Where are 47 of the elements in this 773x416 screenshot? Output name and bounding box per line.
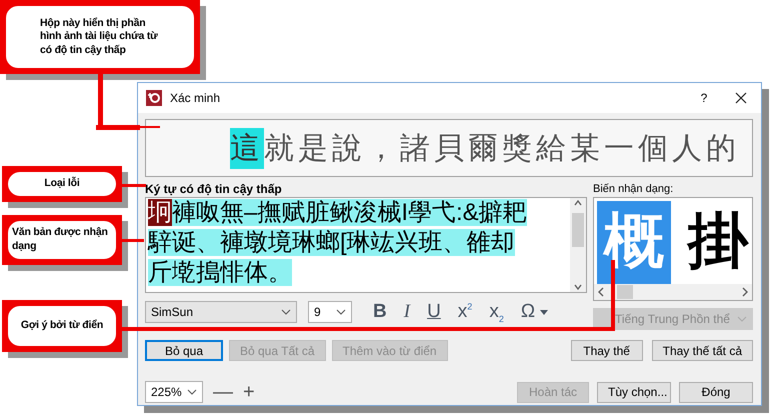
help-button[interactable]: ? [689, 91, 719, 105]
error-type-label: Ký tự có độ tin cậy thấp [145, 181, 283, 197]
callout-label: Gợi ý bởi từ điển [6, 304, 118, 348]
callout-label: Loại lỗi [6, 170, 118, 198]
action-button[interactable]: Bỏ qua [145, 340, 223, 361]
close-icon[interactable] [735, 92, 747, 104]
scroll-right-icon[interactable] [741, 287, 749, 297]
symbol-button[interactable]: Ω [520, 301, 536, 323]
underline-button[interactable]: U [427, 301, 441, 323]
recognized-text: 騂诞、褲墩境琳螂[琳竑兴班、雒却 [148, 229, 515, 256]
scroll-up-icon[interactable] [573, 198, 583, 208]
variant-character[interactable]: 掛 [681, 201, 752, 284]
sup-button[interactable]: x$^{2}$ [458, 301, 472, 323]
window-title: Xác minh [170, 91, 222, 105]
recognized-text-editor[interactable]: 坰褲呶無–撫赋脏鳅浚械I學弋:&擗耙 騂诞、褲墩境琳螂[琳竑兴班、雒却 斤墘搗悱体。 [145, 197, 587, 293]
action-button[interactable]: Thay thế [570, 340, 643, 361]
chevron-down-icon [737, 316, 747, 322]
sub-button[interactable]: x$_{2}$ [489, 301, 504, 323]
italic-button[interactable]: I [404, 301, 410, 323]
vertical-scrollbar[interactable] [570, 198, 586, 292]
zoom-in-button[interactable]: + [243, 382, 255, 402]
app-logo-icon [146, 90, 162, 106]
font-dropdown[interactable]: SimSun [145, 301, 297, 323]
chevron-down-icon [336, 309, 346, 315]
horizontal-scrollbar[interactable] [594, 284, 752, 300]
zoom-out-button[interactable]: — [213, 382, 233, 402]
font-size-dropdown[interactable]: 9 [308, 301, 352, 323]
chevron-down-icon [281, 309, 291, 315]
action-button[interactable]: Thay thế tất cả [652, 340, 753, 361]
variants-label: Biến nhận dạng: [593, 182, 674, 197]
recognized-text: 褲呶無–撫赋脏鳅浚械I學弋:&擗耙 [172, 199, 527, 226]
document-image-text: 就是說，諸貝爾獎給某一個人的 [264, 130, 740, 166]
chevron-down-icon [187, 389, 197, 395]
scroll-down-icon[interactable] [573, 282, 583, 292]
scroll-left-icon[interactable] [597, 287, 605, 297]
callout-label: Văn bản được nhận dạng [6, 219, 118, 261]
zoom-dropdown[interactable]: 225% [145, 381, 203, 403]
error-character: 坰 [148, 199, 172, 226]
highlighted-character: 這 [230, 128, 264, 168]
scroll-thumb[interactable] [572, 213, 584, 247]
recognized-text: 斤墘搗悱体。 [148, 259, 292, 286]
callout-label: Hộp này hiển thị phần hình ảnh tài liệu chứa từ có độ tin cậy thấp [4, 4, 196, 70]
action-button[interactable]: Tùy chọn... [597, 382, 671, 402]
scroll-thumb[interactable] [617, 285, 633, 299]
action-button[interactable]: Đóng [679, 382, 753, 402]
bold-button[interactable]: B [373, 301, 387, 323]
dropdown-arrow-icon[interactable] [540, 310, 548, 314]
